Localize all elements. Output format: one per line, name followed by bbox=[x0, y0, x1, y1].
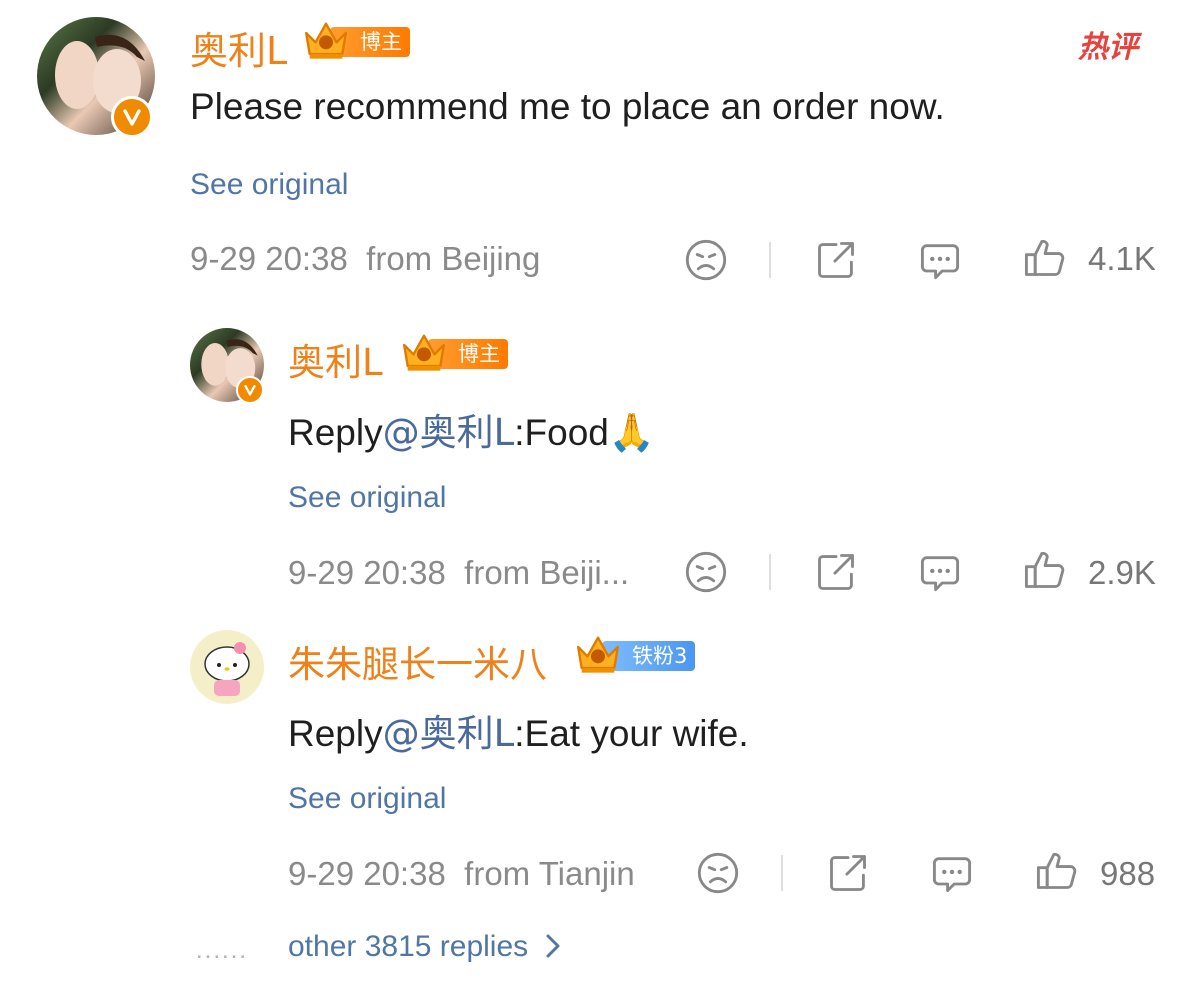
mention-link[interactable]: @奥利L bbox=[383, 712, 515, 755]
username[interactable]: 朱朱腿长一米八 bbox=[288, 634, 547, 688]
dislike-icon[interactable] bbox=[684, 238, 728, 282]
username[interactable]: 奥利L bbox=[288, 332, 383, 386]
reply-text: Reply@奥利L:Food🙏 bbox=[288, 402, 655, 456]
comment-icon[interactable] bbox=[930, 851, 974, 895]
reply-prefix: Reply bbox=[288, 713, 383, 754]
blogger-badge: 博主 bbox=[398, 337, 508, 371]
timestamp: 9-29 20:38 from Tianjin bbox=[288, 855, 635, 893]
timestamp: 9-29 20:38 from Beiji... bbox=[288, 554, 629, 592]
divider bbox=[769, 242, 771, 278]
share-icon[interactable] bbox=[814, 550, 858, 594]
dislike-icon[interactable] bbox=[684, 550, 728, 594]
crown-icon bbox=[572, 633, 624, 675]
like-icon[interactable] bbox=[1022, 548, 1066, 592]
divider bbox=[781, 855, 783, 891]
avatar[interactable] bbox=[190, 630, 264, 704]
like-count: 4.1K bbox=[1088, 240, 1156, 277]
more-replies-label: other 3815 replies bbox=[288, 930, 529, 963]
verified-icon bbox=[111, 96, 153, 138]
like-count: 988 bbox=[1100, 855, 1156, 892]
blogger-badge: 博主 bbox=[300, 25, 410, 59]
divider bbox=[769, 554, 771, 590]
share-icon[interactable] bbox=[814, 238, 858, 282]
more-replies-link[interactable]: other 3815 replies bbox=[288, 930, 563, 964]
share-icon[interactable] bbox=[826, 851, 870, 895]
see-original-link[interactable]: See original bbox=[288, 782, 446, 816]
reply-prefix: Reply bbox=[288, 412, 383, 453]
location: from Tianjin bbox=[464, 855, 635, 892]
reply-body: :Eat your wife. bbox=[514, 713, 749, 754]
more-dots: ...... bbox=[196, 937, 249, 964]
verified-icon bbox=[236, 376, 264, 404]
location: from Beijing bbox=[366, 240, 541, 277]
hot-comment-label: 热评 bbox=[1078, 30, 1138, 65]
see-original-link[interactable]: See original bbox=[288, 481, 446, 515]
time: 9-29 20:38 bbox=[288, 554, 446, 591]
chevron-right-icon bbox=[546, 934, 560, 958]
dislike-icon[interactable] bbox=[696, 851, 740, 895]
comment-icon[interactable] bbox=[918, 550, 962, 594]
crown-icon bbox=[300, 19, 352, 61]
fan-badge: 铁粉3 bbox=[572, 639, 696, 673]
see-original-link[interactable]: See original bbox=[190, 168, 348, 202]
crown-icon bbox=[398, 331, 450, 373]
like-icon[interactable] bbox=[1022, 236, 1066, 280]
time: 9-29 20:38 bbox=[288, 855, 446, 892]
location: from Beiji... bbox=[464, 554, 630, 591]
mention-link[interactable]: @奥利L bbox=[383, 411, 515, 454]
comment-icon[interactable] bbox=[918, 238, 962, 282]
comment-text: Please recommend me to place an order no… bbox=[190, 86, 945, 127]
like-icon[interactable] bbox=[1034, 849, 1078, 893]
like-count: 2.9K bbox=[1088, 554, 1156, 591]
reply-body: :Food🙏 bbox=[514, 412, 655, 453]
time: 9-29 20:38 bbox=[190, 240, 348, 277]
reply-text: Reply@奥利L:Eat your wife. bbox=[288, 703, 749, 757]
timestamp: 9-29 20:38 from Beijing bbox=[190, 240, 540, 278]
username[interactable]: 奥利L bbox=[190, 20, 287, 75]
